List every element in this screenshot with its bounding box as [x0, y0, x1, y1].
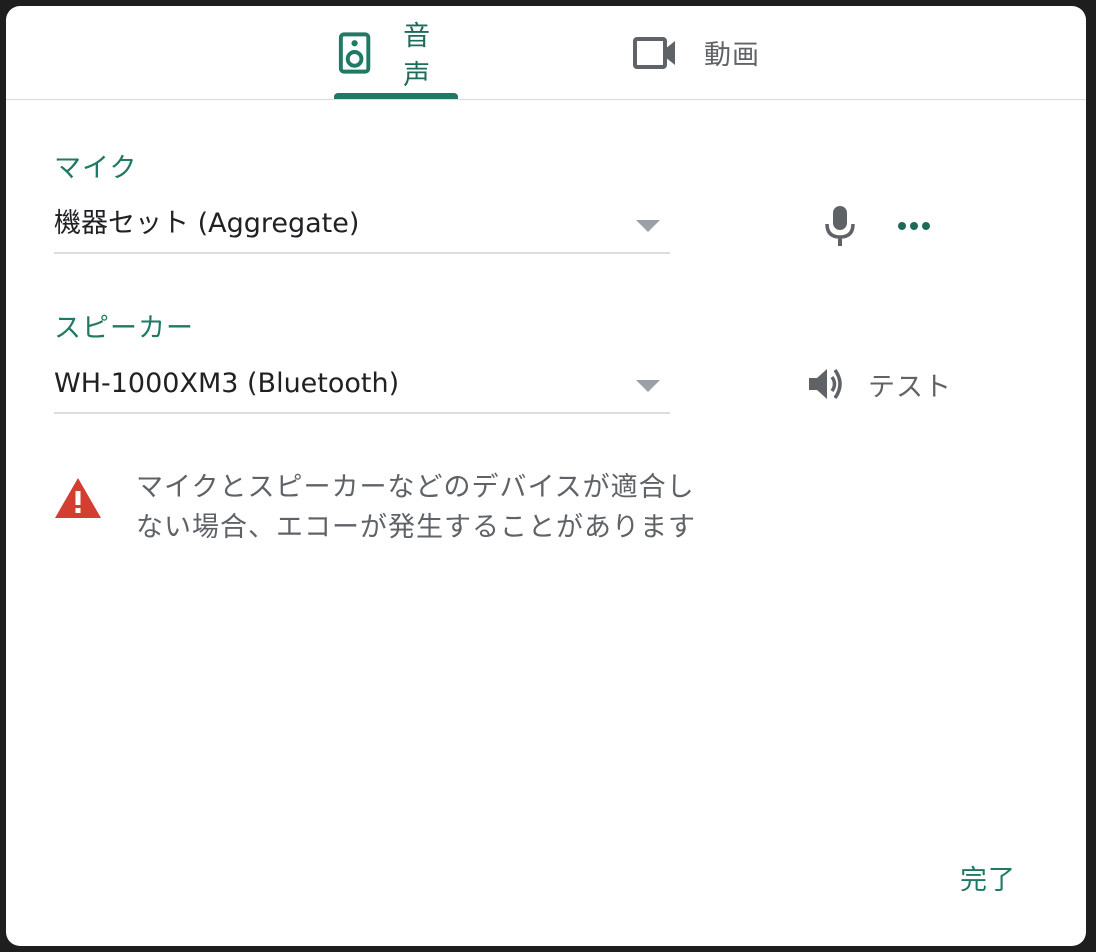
more-options-button[interactable]	[890, 202, 938, 250]
microphone-selected-value: 機器セット (Aggregate)	[54, 208, 360, 239]
tab-audio[interactable]: 音声	[334, 6, 458, 99]
chevron-down-icon	[636, 380, 660, 392]
chevron-down-icon	[636, 220, 660, 232]
mic-button[interactable]	[816, 202, 864, 250]
microphone-select[interactable]: 機器セット (Aggregate)	[54, 196, 670, 254]
warning-triangle-icon	[55, 478, 101, 518]
more-horiz-icon	[898, 222, 930, 230]
speaker-test-button[interactable]: テスト	[806, 362, 952, 406]
tab-bar: 音声 動画	[6, 6, 1086, 100]
speaker-test-label: テスト	[868, 371, 952, 403]
speaker-select[interactable]: WH-1000XM3 (Bluetooth)	[54, 356, 670, 414]
microphone-label: マイク	[54, 153, 138, 184]
settings-dialog: 音声 動画 マイク 機器セット (Aggregate) スピーカー WH-100…	[6, 6, 1086, 946]
tab-audio-label: 音声	[403, 20, 432, 91]
speaker-label: スピーカー	[54, 313, 194, 344]
videocam-icon	[633, 36, 675, 69]
speaker-selected-value: WH-1000XM3 (Bluetooth)	[54, 368, 400, 399]
done-button[interactable]: 完了	[946, 854, 1030, 901]
tab-video[interactable]: 動画	[632, 6, 772, 99]
active-tab-indicator	[334, 93, 458, 99]
mic-icon	[825, 206, 855, 246]
tab-video-label: 動画	[704, 40, 760, 71]
volume-up-icon	[809, 368, 842, 400]
warning-text: マイクとスピーカーなどのデバイスが適合しない場合、エコーが発生することがあります	[136, 472, 696, 543]
speaker-device-icon	[338, 31, 371, 74]
